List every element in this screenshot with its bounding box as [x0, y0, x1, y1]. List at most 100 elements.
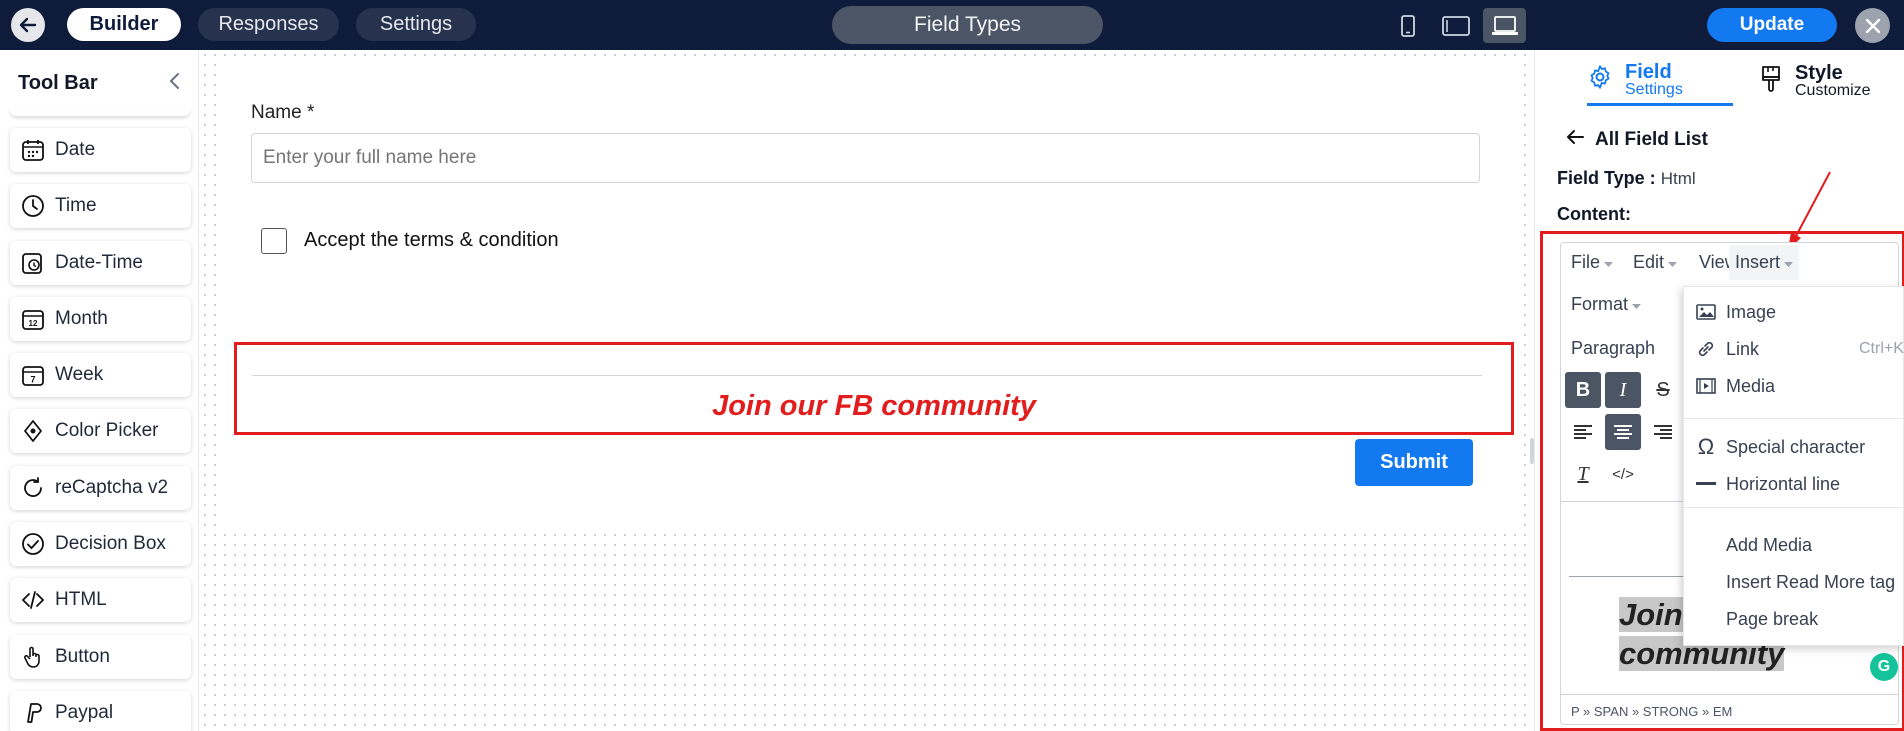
terms-checkbox[interactable]: [261, 228, 287, 254]
menu-file-label: File: [1571, 252, 1601, 272]
insert-media[interactable]: Media: [1684, 371, 1904, 401]
submit-button[interactable]: Submit: [1355, 439, 1473, 486]
insert-link[interactable]: Link Ctrl+K: [1684, 334, 1904, 364]
clear-formatting-button[interactable]: T: [1565, 456, 1601, 492]
calendar-icon: [20, 137, 46, 163]
svg-text:7: 7: [30, 375, 35, 385]
close-button[interactable]: [1855, 8, 1890, 43]
tool-item-month[interactable]: 12 Month: [10, 296, 191, 341]
update-button[interactable]: Update: [1707, 8, 1837, 42]
insert-horizontal-line[interactable]: Horizontal line: [1684, 469, 1904, 499]
name-input[interactable]: [251, 133, 1480, 183]
bold-button[interactable]: B: [1565, 372, 1601, 408]
caret-down-icon: [1784, 252, 1794, 273]
tool-item-partial[interactable]: [10, 108, 190, 116]
insert-add-media-label: Add Media: [1726, 534, 1813, 555]
tool-item-html[interactable]: HTML: [10, 578, 191, 623]
tool-item-color-picker[interactable]: Color Picker: [10, 409, 191, 454]
mobile-view-button[interactable]: [1386, 8, 1429, 43]
pointer-hand-icon: [20, 644, 46, 670]
insert-special-character[interactable]: Ω Special character: [1684, 432, 1904, 462]
tool-item-label: Paypal: [55, 701, 114, 723]
calendar-week-icon: 7: [20, 362, 46, 388]
insert-special-character-label: Special character: [1726, 436, 1866, 457]
terms-label: Accept the terms & condition: [304, 229, 559, 251]
align-right-icon: [1654, 425, 1672, 439]
tool-item-date[interactable]: Date: [10, 128, 191, 172]
field-types-title[interactable]: Field Types: [832, 6, 1103, 44]
tool-item-label: Date: [55, 139, 96, 160]
tool-item-label: Color Picker: [55, 420, 159, 442]
tool-item-week[interactable]: 7 Week: [10, 353, 191, 398]
desktop-view-button[interactable]: [1483, 8, 1526, 43]
calendar-month-icon: 12: [20, 306, 46, 332]
tab-field-settings[interactable]: Field Settings: [1587, 56, 1733, 106]
tool-item-date-time[interactable]: Date-Time: [10, 240, 191, 285]
content-label: Content:: [1557, 204, 1631, 224]
all-field-list-link[interactable]: All Field List: [1565, 128, 1708, 152]
tab-style-customize[interactable]: Style Customize: [1759, 56, 1899, 106]
tab-responses[interactable]: Responses: [198, 8, 339, 41]
tool-item-paypal[interactable]: Paypal: [10, 690, 191, 731]
menu-file[interactable]: File: [1571, 252, 1614, 273]
tablet-icon: [1441, 15, 1470, 36]
tool-item-label: Decision Box: [55, 533, 166, 555]
align-left-icon: [1574, 425, 1592, 439]
arrow-left-icon: [19, 17, 37, 33]
insert-link-label: Link: [1726, 338, 1760, 359]
block-format-select[interactable]: Paragraph: [1571, 338, 1655, 359]
tool-item-label: Time: [55, 195, 97, 217]
tool-item-label: HTML: [55, 589, 107, 611]
editor-menubar: File Edit View Insert: [1561, 243, 1898, 280]
horizontal-line-icon: [1694, 482, 1718, 486]
tool-list: Date Time Date-Time 12 Month 7 Week Colo…: [10, 128, 191, 731]
tool-item-decision-box[interactable]: Decision Box: [10, 522, 191, 567]
clear-formatting-icon: T: [1577, 462, 1589, 485]
italic-button[interactable]: I: [1605, 372, 1641, 408]
gear-icon: [1587, 64, 1613, 95]
tool-item-label: Date-Time: [55, 251, 143, 273]
tool-item-label: reCaptcha v2: [55, 476, 169, 498]
insert-image[interactable]: Image: [1684, 297, 1904, 327]
menu-edit[interactable]: Edit: [1633, 252, 1678, 273]
tool-item-label: Month: [55, 307, 108, 329]
tool-item-button[interactable]: Button: [10, 634, 191, 679]
menu-insert[interactable]: Insert: [1729, 245, 1800, 280]
align-center-button[interactable]: [1605, 414, 1641, 450]
align-right-button[interactable]: [1645, 414, 1681, 450]
menu-format[interactable]: Format: [1571, 294, 1642, 315]
source-code-button[interactable]: </>: [1605, 456, 1641, 492]
tool-bar: Tool Bar Date Time Date-Time 12 Month 7 …: [0, 50, 199, 731]
tool-item-label: Button: [55, 645, 110, 667]
image-icon: [1694, 304, 1718, 320]
caret-down-icon: [1668, 252, 1678, 273]
menu-insert-label: Insert: [1735, 252, 1781, 272]
back-button[interactable]: [11, 8, 45, 42]
collapse-toolbar-button[interactable]: [168, 72, 182, 95]
tablet-view-button[interactable]: [1434, 8, 1477, 43]
strikethrough-button[interactable]: S: [1645, 372, 1681, 408]
insert-horizontal-line-label: Horizontal line: [1726, 473, 1841, 494]
align-left-button[interactable]: [1565, 414, 1601, 450]
menu-divider: [1684, 507, 1904, 508]
film-icon: [1694, 378, 1718, 394]
caret-down-icon: [1604, 252, 1614, 273]
insert-page-break-label: Page break: [1726, 608, 1819, 629]
tab-builder[interactable]: Builder: [67, 8, 181, 41]
insert-page-break[interactable]: Page break: [1684, 604, 1904, 634]
html-field-text: Join our FB community: [712, 390, 1036, 422]
paypal-icon: [20, 700, 46, 726]
droplet-icon: [20, 418, 46, 444]
tool-item-recaptcha[interactable]: reCaptcha v2: [10, 465, 191, 510]
tool-item-time[interactable]: Time: [10, 184, 191, 229]
html-field-selected[interactable]: Join our FB community: [234, 342, 1514, 435]
insert-dropdown-menu: Image Link Ctrl+K Media Ω Special charac…: [1683, 286, 1904, 646]
grammarly-icon[interactable]: G: [1870, 653, 1898, 681]
chevron-left-icon: [169, 73, 179, 89]
insert-add-media[interactable]: Add Media: [1684, 530, 1904, 560]
field-type-value: Html: [1660, 169, 1696, 188]
recaptcha-icon: [20, 475, 46, 501]
tab-settings[interactable]: Settings: [356, 8, 476, 41]
insert-read-more-tag[interactable]: Insert Read More tag: [1684, 567, 1904, 597]
editor-statusbar: P » SPAN » STRONG » EM: [1561, 694, 1898, 724]
